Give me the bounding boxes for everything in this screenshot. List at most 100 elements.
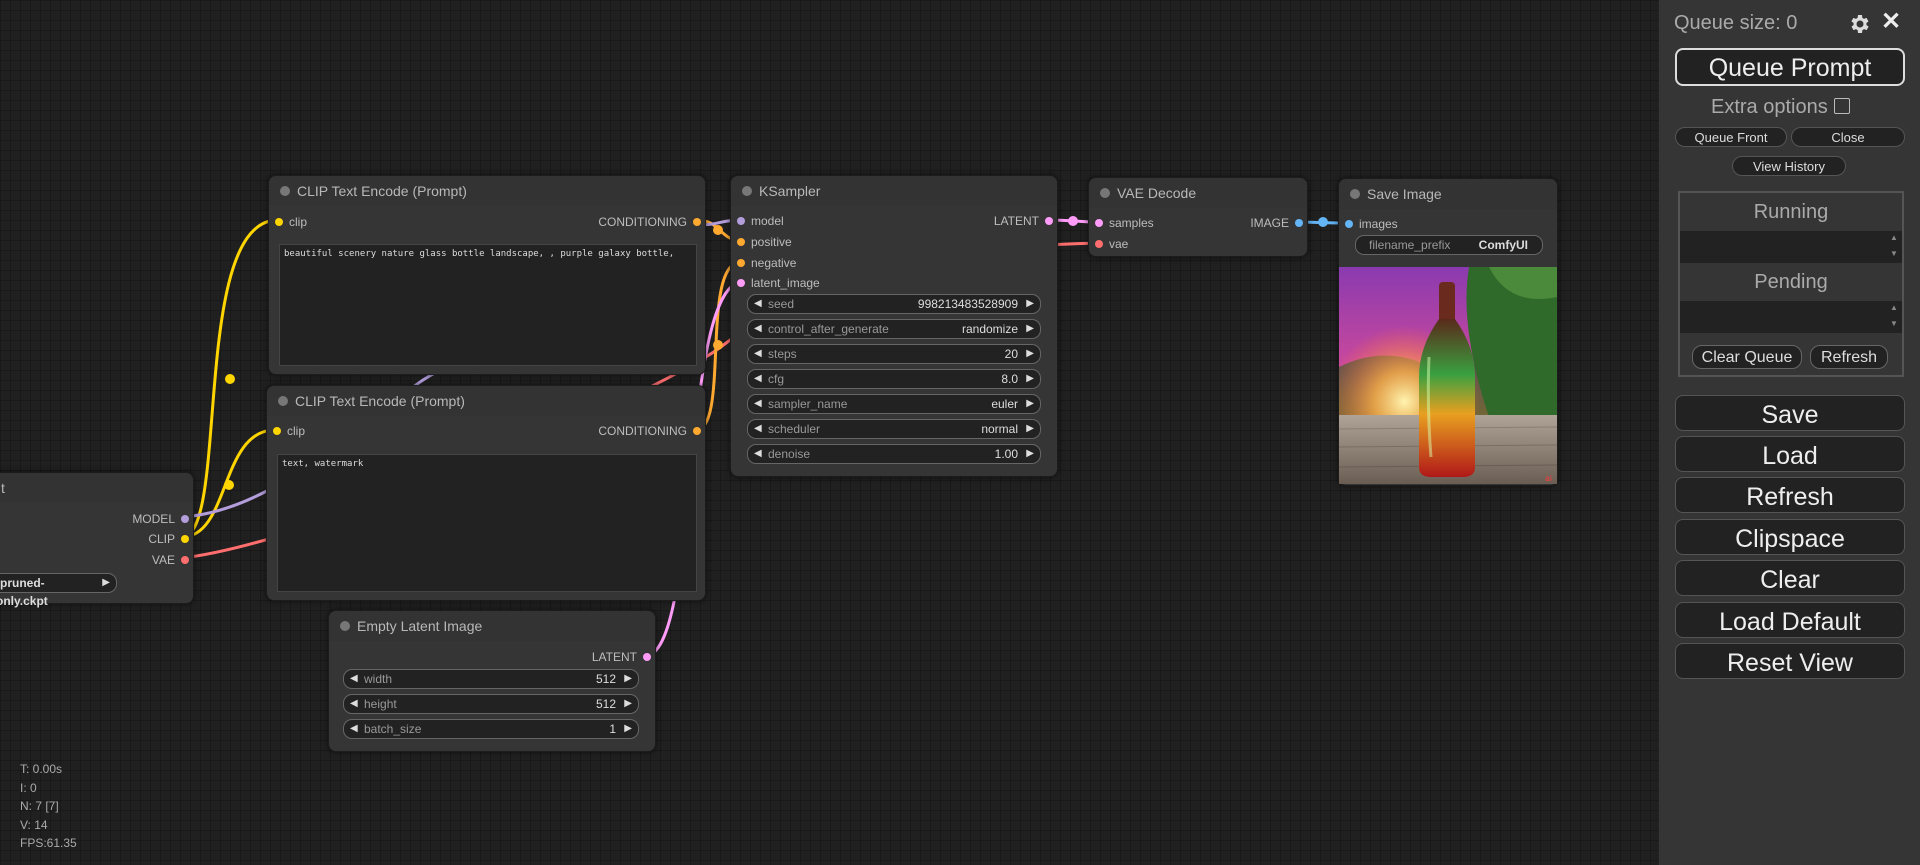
sampler-name-widget[interactable]: ◀ sampler_name euler ▶ [747,394,1041,414]
link-clip-to-clip1 [181,218,279,539]
input-negative[interactable]: negative [737,255,796,271]
arrow-right-icon: ▶ [624,723,632,734]
node-title: VAE Decode [1089,178,1307,208]
input-clip[interactable]: clip [275,214,307,230]
arrow-right-icon: ▶ [102,577,110,588]
input-images[interactable]: images [1345,216,1398,232]
input-samples[interactable]: samples [1095,215,1154,231]
prompt-text-area[interactable]: text, watermark [277,454,697,592]
empty-latent-image-node[interactable]: Empty Latent Image LATENT ◀ width 512 ▶ … [328,610,656,752]
clip-text-encode-positive-node[interactable]: CLIP Text Encode (Prompt) clip CONDITION… [268,175,706,375]
arrow-left-icon: ◀ [754,373,762,384]
arrow-right-icon: ▶ [1026,348,1034,359]
reset-view-button[interactable]: Reset View [1675,643,1905,679]
input-clip[interactable]: clip [273,423,305,439]
output-latent[interactable]: LATENT [592,649,651,665]
input-latent-image[interactable]: latent_image [737,275,820,291]
arrow-left-icon: ◀ [754,448,762,459]
node-title: CLIP Text Encode (Prompt) [269,176,705,206]
node-title: t [0,473,193,503]
queue-prompt-button[interactable]: Queue Prompt [1675,48,1905,86]
running-list[interactable]: ▲ ▼ [1680,231,1902,263]
scroll-down-icon[interactable]: ▼ [1888,319,1900,329]
bottle-image: ai [1339,267,1557,484]
arrow-left-icon: ◀ [754,423,762,434]
queue-size-label: Queue size: 0 [1674,12,1798,34]
output-clip[interactable]: CLIP [148,531,189,547]
output-image-preview[interactable]: ai [1339,267,1557,484]
cfg-widget[interactable]: ◀ cfg 8.0 ▶ [747,369,1041,389]
output-latent[interactable]: LATENT [994,213,1053,229]
ksampler-node[interactable]: KSampler model positive negative latent_… [730,175,1058,477]
width-widget[interactable]: ◀ width 512 ▶ [343,669,639,689]
close-options-button[interactable]: Close [1791,127,1905,147]
scroll-up-icon[interactable]: ▲ [1888,303,1900,313]
gear-icon[interactable] [1847,12,1871,36]
vae-decode-node[interactable]: VAE Decode samples vae IMAGE [1088,177,1308,257]
clear-queue-button[interactable]: Clear Queue [1692,345,1802,369]
save-image-node[interactable]: Save Image images filename_prefix ComfyU… [1338,178,1558,486]
arrow-left-icon: ◀ [350,673,358,684]
arrow-right-icon: ▶ [1026,398,1034,409]
view-history-button[interactable]: View History [1732,156,1846,176]
steps-widget[interactable]: ◀ steps 20 ▶ [747,344,1041,364]
refresh-button[interactable]: Refresh [1675,477,1905,513]
prompt-text-area[interactable]: beautiful scenery nature glass bottle la… [279,244,697,366]
pending-heading: Pending [1754,271,1828,293]
running-heading: Running [1753,201,1829,223]
output-vae[interactable]: VAE [152,552,189,568]
stat-nodes: N: 7 [7] [20,799,59,813]
ckpt-name-combo[interactable]: y1-5-pruned-emaonly.ckpt ▶ [0,573,117,608]
arrow-right-icon: ▶ [1026,423,1034,434]
output-model[interactable]: MODEL [132,511,189,527]
control-after-generate-widget[interactable]: ◀ control_after_generate randomize ▶ [747,319,1041,339]
load-button[interactable]: Load [1675,436,1905,472]
link-clip-to-clip2 [181,428,276,539]
output-image[interactable]: IMAGE [1250,215,1303,231]
load-checkpoint-node[interactable]: t MODEL CLIP VAE y1-5-pruned-emaonly.ckp… [0,472,194,608]
clear-button[interactable]: Clear [1675,560,1905,596]
graph-stats: T: 0.00s I: 0 N: 7 [7] V: 14 FPS:61.35 [20,760,77,853]
arrow-right-icon: ▶ [1026,373,1034,384]
arrow-right-icon: ▶ [1026,298,1034,309]
scroll-up-icon[interactable]: ▲ [1888,233,1900,243]
pending-list[interactable]: ▲ ▼ [1680,301,1902,333]
arrow-left-icon: ◀ [350,723,358,734]
scheduler-widget[interactable]: ◀ scheduler normal ▶ [747,419,1041,439]
stat-time: T: 0.00s [20,762,63,776]
seed-widget[interactable]: ◀ seed 998213483528909 ▶ [747,294,1041,314]
node-title: Save Image [1339,179,1557,209]
output-conditioning[interactable]: CONDITIONING [598,214,701,230]
batch-size-widget[interactable]: ◀ batch_size 1 ▶ [343,719,639,739]
stat-fps: FPS:61.35 [20,836,77,850]
extra-options-checkbox[interactable] [1833,97,1850,114]
extra-options-toggle[interactable]: Extra options [1711,96,1850,119]
scroll-down-icon[interactable]: ▼ [1888,249,1900,259]
input-model[interactable]: model [737,213,784,229]
output-conditioning[interactable]: CONDITIONING [598,423,701,439]
input-positive[interactable]: positive [737,234,792,250]
arrow-left-icon: ◀ [754,323,762,334]
node-graph-canvas[interactable]: t MODEL CLIP VAE y1-5-pruned-emaonly.ckp… [0,0,1658,865]
arrow-right-icon: ▶ [1026,448,1034,459]
height-widget[interactable]: ◀ height 512 ▶ [343,694,639,714]
stat-i: I: 0 [20,780,37,795]
refresh-queue-button[interactable]: Refresh [1810,345,1888,369]
denoise-widget[interactable]: ◀ denoise 1.00 ▶ [747,444,1041,464]
save-button[interactable]: Save [1675,395,1905,431]
input-vae[interactable]: vae [1095,236,1128,252]
load-default-button[interactable]: Load Default [1675,602,1905,638]
node-title: KSampler [731,176,1057,206]
clipspace-button[interactable]: Clipspace [1675,519,1905,555]
svg-text:ai: ai [1545,474,1552,483]
arrow-left-icon: ◀ [754,348,762,359]
queue-list-box: Running ▲ ▼ Pending ▲ ▼ Clear Queue Refr… [1678,191,1904,377]
menu-panel: Queue size: 0 ✕ Queue Prompt Extra optio… [1658,0,1920,865]
arrow-right-icon: ▶ [624,673,632,684]
clip-text-encode-negative-node[interactable]: CLIP Text Encode (Prompt) clip CONDITION… [266,385,706,601]
filename-prefix-widget[interactable]: filename_prefix ComfyUI [1355,235,1543,255]
node-title: CLIP Text Encode (Prompt) [267,386,705,416]
queue-front-button[interactable]: Queue Front [1675,127,1787,147]
arrow-right-icon: ▶ [624,698,632,709]
close-icon[interactable]: ✕ [1881,7,1901,36]
